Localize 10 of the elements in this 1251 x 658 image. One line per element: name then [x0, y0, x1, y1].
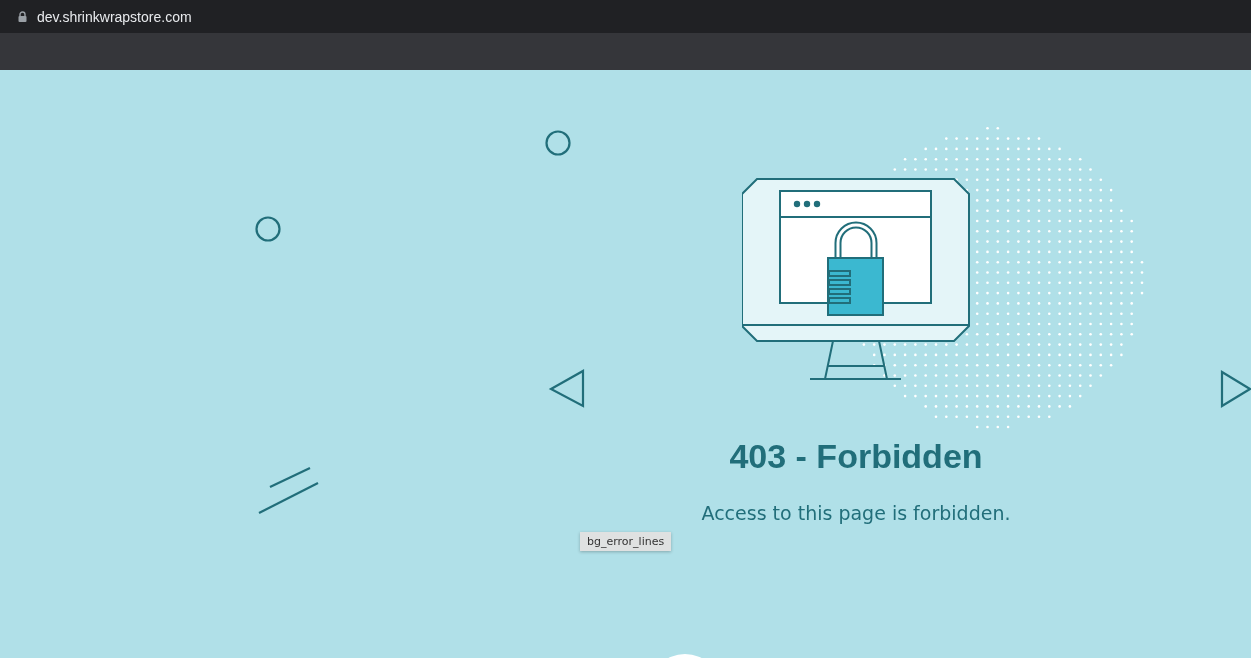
error-title: 403 - Forbidden: [729, 437, 983, 476]
lock-icon: [18, 11, 27, 22]
triangle-outline-icon: [548, 369, 585, 408]
circle-outline-icon: [255, 216, 281, 242]
url-text: dev.shrinkwrapstore.com: [37, 8, 192, 25]
error-message: Access to this page is forbidden.: [701, 502, 1011, 524]
circle-outline-icon: [545, 130, 571, 156]
triangle-outline-icon: [1220, 370, 1251, 408]
tooltip: bg_error_lines: [580, 532, 672, 551]
slash-lines-drawing: [258, 467, 319, 514]
